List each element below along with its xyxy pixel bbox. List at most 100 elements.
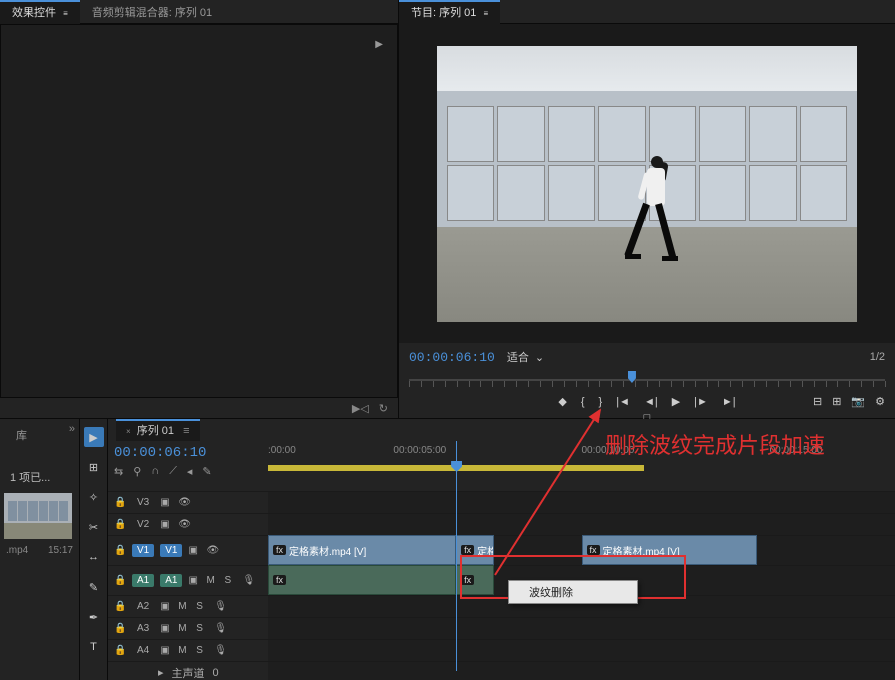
menu-icon[interactable]: ≡	[63, 9, 68, 18]
panel-chevron-icon[interactable]: »	[69, 423, 75, 445]
ripple-delete-item[interactable]: 波纹删除	[509, 581, 637, 603]
program-timecode[interactable]: 00:00:06:10	[409, 350, 495, 365]
eye-icon[interactable]: 👁	[178, 519, 190, 530]
menu-icon[interactable]: ≡	[483, 9, 488, 18]
mute-button[interactable]: M	[206, 575, 218, 586]
settings-button[interactable]: ⚙	[875, 395, 885, 408]
track-target-tag[interactable]: A3	[132, 622, 154, 635]
tool-1[interactable]: ⊞	[84, 457, 104, 477]
effects-controls-tab[interactable]: 效果控件 ≡	[0, 0, 80, 24]
clip-ext-label: .mp4	[6, 545, 28, 556]
tool-4[interactable]: ↔	[84, 547, 104, 567]
track-lane[interactable]	[268, 617, 895, 639]
toggle-output-icon[interactable]: ▣	[160, 601, 172, 612]
go-to-out-button[interactable]: ►|	[722, 396, 736, 408]
record-button[interactable]: 🎙	[214, 645, 226, 656]
timeline-header-icon[interactable]: ∩	[151, 465, 159, 478]
tool-7[interactable]: T	[84, 637, 104, 657]
toggle-output-icon[interactable]: ▣	[160, 623, 172, 634]
track-lane[interactable]	[268, 491, 895, 513]
mark-out-button[interactable]: }	[599, 396, 603, 408]
mark-in-button[interactable]: {	[581, 396, 585, 408]
panel-footer-icon[interactable]: ↻	[379, 402, 388, 415]
track-target-tag[interactable]: A4	[132, 644, 154, 657]
mute-button[interactable]: M	[178, 645, 190, 656]
audio-clip[interactable]: fx	[456, 565, 494, 595]
program-scrubber[interactable]	[409, 371, 885, 389]
timeline-header-icon[interactable]: ⚲	[133, 465, 141, 478]
panel-footer-icon[interactable]: ▶◁	[352, 402, 369, 415]
lock-icon[interactable]: 🔒	[114, 519, 126, 530]
zoom-fit-dropdown[interactable]: 适合 ⌄	[507, 349, 544, 365]
toggle-output-icon[interactable]: ▣	[188, 575, 200, 586]
expand-icon[interactable]: ▸	[158, 666, 164, 679]
solo-button[interactable]: S	[196, 623, 208, 634]
video-clip[interactable]: fx定格	[456, 535, 494, 565]
track-target-tag[interactable]: V1	[160, 544, 182, 557]
solo-button[interactable]: S	[224, 575, 236, 586]
toggle-output-icon[interactable]: ▣	[160, 497, 172, 508]
eye-icon[interactable]: 👁	[206, 545, 218, 556]
record-button[interactable]: 🎙	[242, 575, 254, 586]
toggle-output-icon[interactable]: ▣	[188, 545, 200, 556]
track-lane[interactable]	[268, 513, 895, 535]
lock-icon[interactable]: 🔒	[114, 623, 126, 634]
lift-button[interactable]: ⊟	[813, 395, 822, 408]
timeline-playhead[interactable]	[456, 441, 457, 671]
video-track-header: 🔒 V1 V1 ▣ 👁	[108, 535, 268, 565]
record-button[interactable]: 🎙	[214, 623, 226, 634]
lock-icon[interactable]: 🔒	[114, 601, 126, 612]
ruler-mark: 00:00:10:00	[582, 445, 635, 456]
timeline-ruler[interactable]: :00:0000:00:05:0000:00:10:0000:00:15:000…	[268, 445, 895, 463]
tool-6[interactable]: ✒	[84, 607, 104, 627]
timeline-timecode[interactable]: 00:00:06:10	[114, 445, 262, 461]
lock-icon[interactable]: 🔒	[114, 545, 126, 556]
track-target-tag[interactable]: A2	[132, 600, 154, 613]
mute-button[interactable]: M	[178, 601, 190, 612]
audio-mixer-tab[interactable]: 音频剪辑混合器: 序列 01	[80, 0, 224, 24]
track-source-tag[interactable]: A1	[132, 574, 154, 587]
add-marker-button[interactable]: ◆	[558, 395, 566, 408]
video-clip[interactable]: fx定格素材.mp4 [V]	[268, 535, 456, 565]
timeline-header-icon[interactable]: ⟋	[169, 465, 177, 478]
play-button[interactable]: ▶	[672, 395, 680, 408]
track-target-tag[interactable]: V3	[132, 496, 154, 509]
extract-button[interactable]: ⊞	[832, 395, 841, 408]
lock-icon[interactable]: 🔒	[114, 497, 126, 508]
mute-button[interactable]: M	[178, 623, 190, 634]
audio-clip[interactable]: fx	[268, 565, 456, 595]
lock-icon[interactable]: 🔒	[114, 575, 126, 586]
tool-2[interactable]: ✧	[84, 487, 104, 507]
track-target-tag[interactable]: A1	[160, 574, 182, 587]
toggle-output-icon[interactable]: ▣	[160, 519, 172, 530]
track-lane[interactable]	[268, 661, 895, 680]
timeline-header-icon[interactable]: ◂	[187, 465, 193, 478]
eye-icon[interactable]: 👁	[178, 497, 190, 508]
track-lane[interactable]	[268, 639, 895, 661]
step-back-button[interactable]: ◄|	[644, 396, 658, 408]
tool-5[interactable]: ✎	[84, 577, 104, 597]
solo-button[interactable]: S	[196, 601, 208, 612]
timeline-header-icon[interactable]: ✎	[202, 465, 211, 478]
panel-arrow-icon[interactable]: ▶	[375, 39, 383, 50]
toggle-output-icon[interactable]: ▣	[160, 645, 172, 656]
clip-thumbnail[interactable]	[4, 493, 72, 539]
tool-0[interactable]: ▶	[84, 427, 104, 447]
timeline-header-icon[interactable]: ⇆	[114, 465, 123, 478]
library-tab[interactable]: 库	[4, 423, 39, 445]
tool-3[interactable]: ✂	[84, 517, 104, 537]
sequence-tab[interactable]: × 序列 01 ≡	[116, 419, 200, 441]
go-to-in-button[interactable]: |◄	[616, 396, 630, 408]
resolution-dropdown[interactable]: 1/2	[870, 351, 885, 363]
track-target-tag[interactable]: V2	[132, 518, 154, 531]
program-monitor[interactable]	[399, 24, 895, 343]
record-button[interactable]: 🎙	[214, 601, 226, 612]
track-source-tag[interactable]: V1	[132, 544, 154, 557]
video-clip[interactable]: fx定格素材.mp4 [V]	[582, 535, 758, 565]
menu-icon[interactable]: ≡	[183, 425, 189, 437]
step-forward-button[interactable]: |►	[694, 396, 708, 408]
program-tab[interactable]: 节目: 序列 01 ≡	[399, 0, 500, 24]
export-frame-button[interactable]: 📷	[851, 395, 865, 408]
solo-button[interactable]: S	[196, 645, 208, 656]
lock-icon[interactable]: 🔒	[114, 645, 126, 656]
